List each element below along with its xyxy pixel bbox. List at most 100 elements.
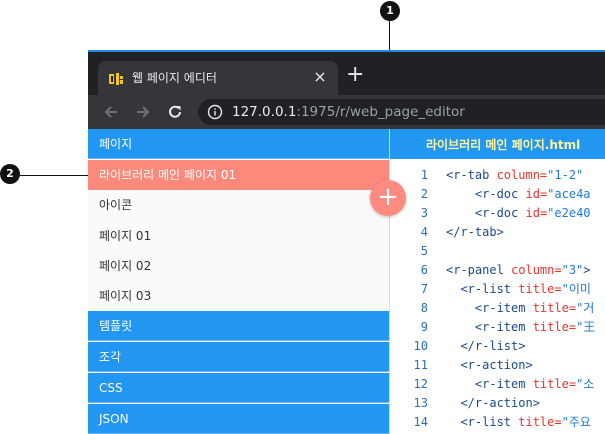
code-line[interactable]: 10 </r-list> [390, 337, 526, 356]
code-attr: title= [525, 377, 577, 391]
code-value: "거 [576, 301, 595, 315]
sidebar-item-icons[interactable]: 아이콘 [88, 190, 389, 220]
code-value: "e2e40 [547, 206, 591, 220]
callout-badge-1: 1 [380, 1, 400, 21]
sidebar-item-library-main-page[interactable]: 라이브러리 메인 페이지 01 [88, 160, 389, 190]
section-templates[interactable]: 템플릿 [88, 311, 389, 341]
code-line[interactable]: 5 [390, 242, 446, 261]
line-number: 11 [413, 358, 428, 372]
sidebar-item-page-02[interactable]: 페이지 02 [88, 251, 389, 281]
code-line[interactable]: 14 <r-list title="주요 [390, 413, 591, 432]
back-arrow-icon[interactable] [102, 103, 120, 121]
code-line[interactable]: 13 </r-action> [390, 394, 540, 413]
code-attr: column= [489, 168, 548, 182]
url-path: :1975/r/web_page_editor [296, 104, 465, 120]
code-line[interactable]: 12 <r-item title="소 [390, 375, 595, 394]
code-line[interactable]: 4 </r-tab> [390, 223, 504, 242]
code-value: "1-2" [547, 168, 584, 182]
line-number: 9 [420, 320, 428, 334]
section-json[interactable]: JSON [88, 404, 389, 434]
code-attr: column= [503, 263, 562, 277]
code-tag: <r-list [460, 282, 512, 296]
new-tab-button[interactable]: + [346, 63, 364, 87]
code-tag: <r-action> [460, 358, 533, 372]
code-tag: </r-tab> [446, 225, 504, 239]
editor-header: 라이브러리 메인 페이지.html [390, 129, 605, 159]
code-line[interactable]: 11 <r-action> [390, 356, 533, 375]
code-line[interactable]: 3 <r-doc id="e2e40 [390, 204, 591, 223]
line-number: 4 [420, 225, 428, 239]
forward-arrow-icon[interactable] [134, 103, 152, 121]
code-attr: title= [511, 282, 562, 296]
code-value: "소 [576, 377, 595, 391]
code-tag: <r-tab [446, 168, 490, 182]
tab-close-icon[interactable]: × [310, 67, 330, 87]
code-tag: </r-list> [460, 339, 526, 353]
code-tag-end: > [583, 263, 591, 277]
code-tag: <r-item [474, 377, 526, 391]
address-bar[interactable]: 127.0.0.1:1975/r/web_page_editor [198, 99, 605, 125]
code-attr: title= [511, 415, 562, 429]
line-number: 5 [420, 244, 428, 258]
line-number: 10 [413, 339, 428, 353]
line-number: 8 [420, 301, 428, 315]
sidebar-item-page-03[interactable]: 페이지 03 [88, 281, 389, 311]
line-number: 12 [413, 377, 428, 391]
reload-icon[interactable] [166, 103, 184, 121]
browser-tab[interactable]: 웹 페이지 에디터 × [98, 61, 338, 95]
tab-title: 웹 페이지 에디터 [132, 71, 217, 85]
code-line[interactable]: 2 <r-doc id="ace4a [390, 185, 591, 204]
section-css[interactable]: CSS [88, 373, 389, 403]
sidebar-item-page-01[interactable]: 페이지 01 [88, 221, 389, 251]
line-number: 14 [413, 415, 428, 429]
code-value: "주요 [561, 415, 591, 429]
browser-toolbar: 127.0.0.1:1975/r/web_page_editor [88, 95, 605, 129]
code-value: "3" [561, 263, 584, 277]
sidebar: 페이지 라이브러리 메인 페이지 01 아이콘 페이지 01 페이지 02 페이… [88, 129, 390, 434]
line-number: 6 [420, 263, 428, 277]
code-attr: id= [518, 187, 548, 201]
add-page-button[interactable]: + [370, 180, 406, 216]
code-attr: title= [525, 301, 577, 315]
code-value: "王 [576, 320, 596, 334]
code-attr: id= [518, 206, 548, 220]
code-line[interactable]: 6 <r-panel column="3"> [390, 261, 591, 280]
code-value: "ace4a [547, 187, 591, 201]
code-tag: </r-action> [460, 396, 540, 410]
code-editor[interactable]: 라이브러리 메인 페이지.html 1 <r-tab column="1-2" 2 … [390, 129, 605, 434]
code-tag: <r-doc [474, 187, 519, 201]
line-number: 13 [413, 396, 428, 410]
url-host: 127.0.0.1 [232, 104, 297, 120]
code-value: "이미 [561, 282, 591, 296]
code-line[interactable]: 8 <r-item title="거 [390, 299, 595, 318]
code-line[interactable]: 9 <r-item title="王 [390, 318, 596, 337]
code-tag: <r-item [474, 320, 526, 334]
favicon-icon [109, 73, 123, 85]
tab-strip: 웹 페이지 에디터 × + [88, 52, 605, 95]
section-fragments[interactable]: 조각 [88, 342, 389, 372]
code-line[interactable]: 7 <r-list title="이미 [390, 280, 591, 299]
line-number: 7 [420, 282, 428, 296]
site-info-icon[interactable] [207, 104, 223, 120]
callout-badge-2: 2 [0, 164, 20, 184]
code-line[interactable]: 1 <r-tab column="1-2" [390, 166, 584, 185]
code-tag: <r-panel [446, 263, 504, 277]
editor-file-title: 라이브러리 메인 페이지.html [426, 138, 581, 152]
code-tag: <r-doc [474, 206, 519, 220]
url-text: 127.0.0.1:1975/r/web_page_editor [232, 104, 465, 120]
callout-line-2 [20, 175, 90, 176]
code-attr: title= [525, 320, 577, 334]
browser-window: 웹 페이지 에디터 × + 127.0.0.1:1975/r/web_page_… [88, 50, 605, 434]
section-pages[interactable]: 페이지 [88, 129, 389, 159]
code-tag: <r-item [474, 301, 526, 315]
